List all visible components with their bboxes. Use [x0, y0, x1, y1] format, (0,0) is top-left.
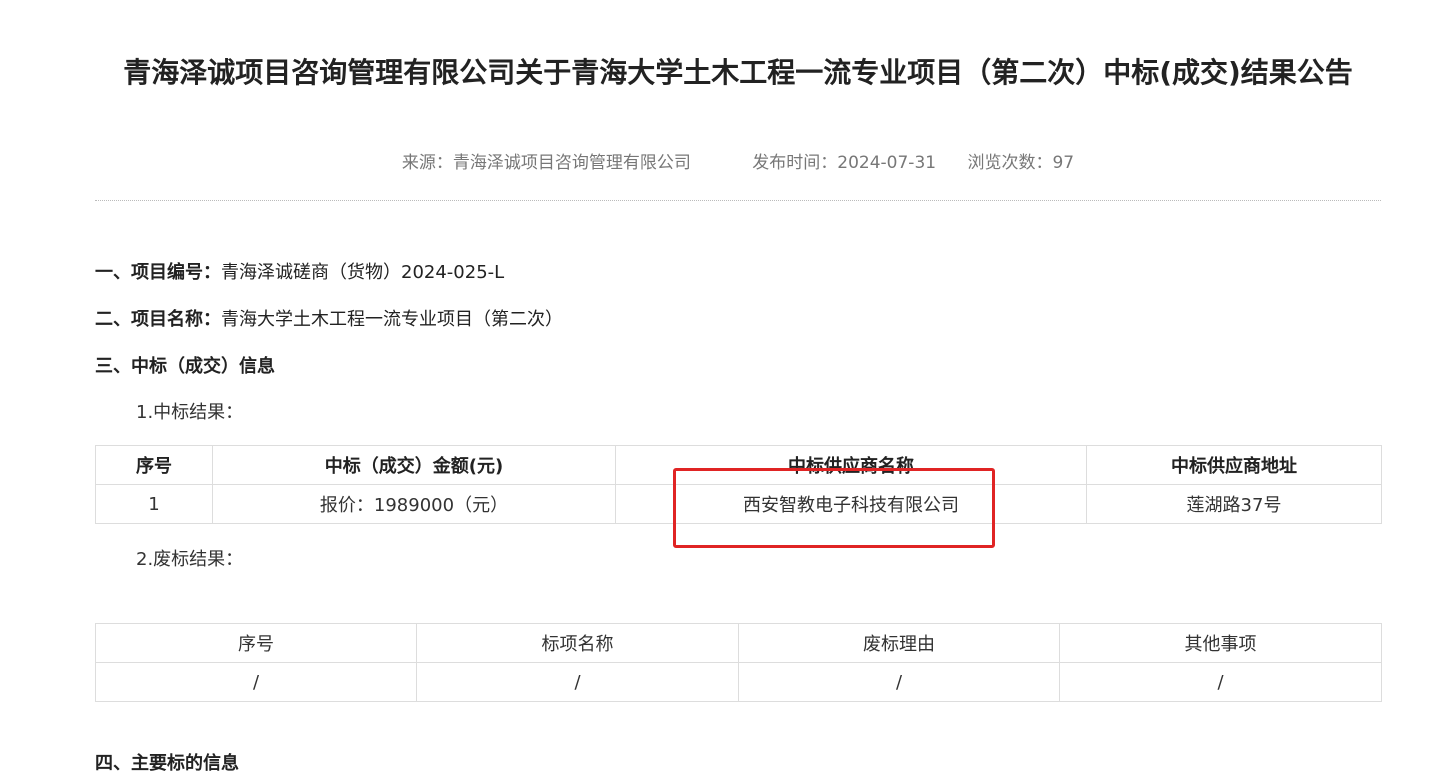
project-name-value: 青海大学土木工程一流专业项目（第二次）	[221, 309, 563, 330]
column-header: 中标（成交）金额(元)	[212, 445, 616, 485]
view-count-label: 浏览次数：	[967, 153, 1053, 173]
table-header-row: 序号 标项名称 废标理由 其他事项	[95, 623, 1382, 663]
highlight-box	[673, 468, 995, 548]
column-header: 序号	[95, 445, 213, 485]
page-title: 青海泽诚项目咨询管理有限公司关于青海大学土木工程一流专业项目（第二次）中标(成交…	[123, 56, 1353, 89]
column-header: 废标理由	[738, 623, 1060, 663]
meta-divider	[95, 200, 1381, 201]
table-cell: 报价：1989000（元）	[212, 484, 616, 524]
table-cell: /	[738, 662, 1060, 702]
view-count-value: 97	[1052, 153, 1075, 173]
project-name-label: 二、项目名称：	[95, 309, 221, 330]
failed-result-label: 2.废标结果：	[136, 549, 244, 570]
award-info-heading: 三、中标（成交）信息	[95, 356, 275, 377]
table-cell: /	[1059, 662, 1382, 702]
next-section-heading: 四、主要标的信息	[95, 753, 239, 774]
source-label: 来源：	[401, 153, 453, 173]
table-cell: /	[416, 662, 739, 702]
project-name-line: 二、项目名称：青海大学土木工程一流专业项目（第二次）	[95, 306, 563, 334]
publish-date-label: 发布时间：	[752, 153, 838, 173]
award-result-label: 1.中标结果：	[136, 402, 244, 423]
project-number-value: 青海泽诚磋商（货物）2024-025-L	[221, 262, 505, 283]
column-header: 其他事项	[1059, 623, 1382, 663]
publish-date-value: 2024-07-31	[837, 153, 937, 173]
table-cell: /	[95, 662, 417, 702]
table-cell: 1	[95, 484, 213, 524]
column-header: 中标供应商地址	[1086, 445, 1382, 485]
publish-date-info: 发布时间：2024-07-31	[752, 150, 936, 176]
source-info: 来源：青海泽诚项目咨询管理有限公司	[402, 150, 691, 176]
failed-bid-table: 序号 标项名称 废标理由 其他事项 / / / /	[95, 623, 1382, 702]
source-value: 青海泽诚项目咨询管理有限公司	[452, 153, 691, 173]
table-cell: 莲湖路37号	[1086, 484, 1382, 524]
article-meta: 来源：青海泽诚项目咨询管理有限公司 发布时间：2024-07-31 浏览次数：9…	[95, 150, 1381, 176]
project-number-line: 一、项目编号：青海泽诚磋商（货物）2024-025-L	[95, 259, 504, 287]
view-count-info: 浏览次数：97	[967, 150, 1074, 176]
column-header: 序号	[95, 623, 417, 663]
project-number-label: 一、项目编号：	[95, 262, 221, 283]
column-header: 标项名称	[416, 623, 739, 663]
table-row: / / / /	[95, 662, 1382, 702]
